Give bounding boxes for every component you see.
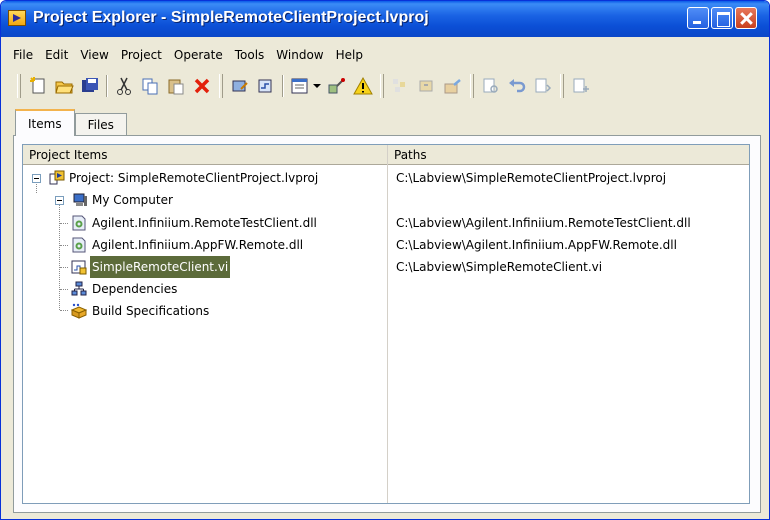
menu-view[interactable]: View	[74, 45, 114, 65]
collapse-icon[interactable]	[32, 174, 41, 183]
tree-row-dll[interactable]: Agilent.Infiniium.AppFW.Remote.dll C:\La…	[23, 234, 749, 256]
menu-edit[interactable]: Edit	[39, 45, 74, 65]
find-icon[interactable]	[480, 75, 502, 97]
labview-project-icon	[8, 10, 26, 26]
delete-icon[interactable]	[191, 75, 213, 97]
toolbar-grip[interactable]	[17, 74, 21, 98]
title-bar[interactable]: Project Explorer - SimpleRemoteClientPro…	[1, 1, 769, 37]
maximize-button[interactable]	[711, 7, 733, 29]
tree-label: Project: SimpleRemoteClientProject.lvpro…	[69, 171, 319, 185]
menu-project[interactable]: Project	[115, 45, 168, 65]
vi-file-icon	[71, 259, 87, 275]
tree-path: C:\Labview\Agilent.Infiniium.AppFW.Remot…	[396, 238, 677, 252]
tree-label: Agilent.Infiniium.AppFW.Remote.dll	[92, 238, 304, 252]
toolbar-grip[interactable]	[470, 74, 474, 98]
collapse-icon[interactable]	[55, 196, 64, 205]
window-title: Project Explorer - SimpleRemoteClientPro…	[33, 9, 429, 26]
project-explorer-window: Project Explorer - SimpleRemoteClientPro…	[0, 0, 770, 520]
project-icon	[49, 170, 65, 186]
build-icon[interactable]	[416, 75, 438, 97]
menu-file[interactable]: File	[7, 45, 39, 65]
tree-row-vi[interactable]: SimpleRemoteClient.vi C:\Labview\SimpleR…	[23, 256, 749, 278]
menu-bar: File Edit View Project Operate Tools Win…	[7, 45, 369, 65]
menu-operate[interactable]: Operate	[168, 45, 229, 65]
warning-icon[interactable]	[352, 75, 374, 97]
menu-window[interactable]: Window	[270, 45, 329, 65]
column-header-project-items[interactable]: Project Items	[23, 145, 388, 165]
paste-icon[interactable]	[165, 75, 187, 97]
toolbar-grip[interactable]	[219, 74, 223, 98]
tree-label-selected: SimpleRemoteClient.vi	[90, 256, 231, 278]
add-item-icon[interactable]	[570, 75, 592, 97]
project-tree[interactable]: Project Items Paths Project: SimpleRemot…	[22, 144, 750, 504]
column-header-paths[interactable]: Paths	[388, 145, 749, 165]
tree-label: My Computer	[92, 193, 173, 207]
tree-path: C:\Labview\SimpleRemoteClientProject.lvp…	[396, 171, 667, 185]
menu-help[interactable]: Help	[330, 45, 369, 65]
undo-icon[interactable]	[506, 75, 528, 97]
minimize-button[interactable]	[687, 7, 709, 29]
tree-row-project[interactable]: Project: SimpleRemoteClientProject.lvpro…	[23, 167, 749, 189]
toolbar-grip[interactable]	[380, 74, 384, 98]
add-files-icon[interactable]	[390, 75, 412, 97]
cut-icon[interactable]	[113, 75, 135, 97]
tree-row-dll[interactable]: Agilent.Infiniium.RemoteTestClient.dll C…	[23, 212, 749, 234]
dll-file-icon	[71, 215, 87, 231]
tab-files[interactable]: Files	[74, 113, 127, 135]
close-button[interactable]	[735, 7, 757, 29]
tree-label: Build Specifications	[92, 304, 210, 318]
open-icon[interactable]	[53, 75, 75, 97]
view-dropdown-icon[interactable]	[289, 75, 311, 97]
build-specifications-icon	[70, 303, 88, 319]
menu-tools[interactable]: Tools	[229, 45, 271, 65]
tools-icon[interactable]	[326, 75, 348, 97]
copy-icon[interactable]	[139, 75, 161, 97]
tab-panel: Project Items Paths Project: SimpleRemot…	[13, 135, 761, 513]
tree-row-build-specifications[interactable]: Build Specifications	[23, 300, 749, 322]
project-properties-icon[interactable]	[229, 75, 251, 97]
toolbar-separator	[106, 75, 108, 97]
tab-items[interactable]: Items	[15, 109, 75, 136]
deploy-icon[interactable]	[442, 75, 464, 97]
dependencies-icon	[71, 281, 87, 297]
vi-icon[interactable]	[255, 75, 277, 97]
tree-row-my-computer[interactable]: My Computer	[23, 189, 749, 211]
save-all-icon[interactable]	[79, 75, 101, 97]
tree-row-dependencies[interactable]: Dependencies	[23, 278, 749, 300]
tree-path: C:\Labview\SimpleRemoteClient.vi	[396, 260, 603, 274]
dll-file-icon	[71, 237, 87, 253]
computer-icon	[72, 192, 88, 208]
toolbar-grip[interactable]	[560, 74, 564, 98]
redo-icon[interactable]	[532, 75, 554, 97]
tree-label: Dependencies	[92, 282, 178, 296]
toolbar-separator	[282, 75, 284, 97]
view-tabs: Items Files	[15, 109, 127, 136]
new-icon[interactable]	[27, 75, 49, 97]
tree-label: Agilent.Infiniium.RemoteTestClient.dll	[92, 216, 317, 230]
toolbar	[13, 71, 594, 101]
tree-path: C:\Labview\Agilent.Infiniium.RemoteTestC…	[396, 216, 691, 230]
chevron-down-icon[interactable]	[313, 75, 321, 97]
